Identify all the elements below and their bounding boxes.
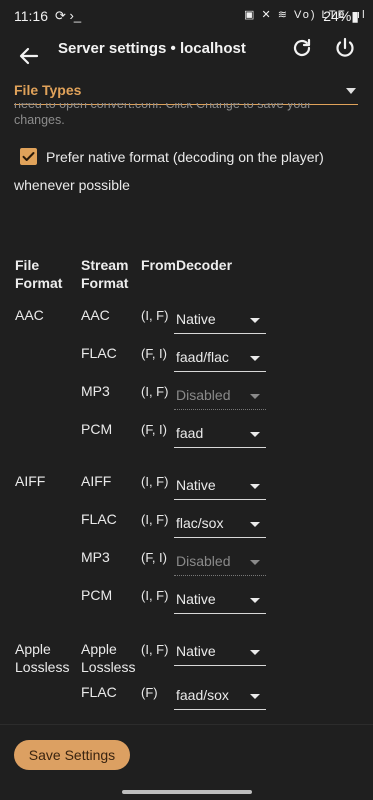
prefer-native-label-cont: whenever possible — [14, 177, 130, 193]
from-cell: (I, F) — [141, 384, 169, 399]
decoder-value: Native — [176, 477, 216, 493]
decoder-value: Native — [176, 591, 216, 607]
from-cell: (I, F) — [141, 588, 169, 603]
app-bar: Server settings • localhost — [0, 32, 373, 82]
chevron-down-icon — [250, 650, 260, 655]
header-decoder: Decoder — [176, 257, 233, 273]
decoder-select[interactable]: Native — [174, 475, 266, 500]
stream-format-cell: PCM — [81, 421, 113, 437]
chevron-down-icon — [250, 484, 260, 489]
power-icon[interactable] — [333, 36, 357, 60]
decoder-value: Native — [176, 643, 216, 659]
header-file-format: File Format — [15, 257, 63, 291]
from-cell: (F, I) — [141, 550, 167, 565]
page-title: Server settings • localhost — [58, 40, 246, 57]
decoder-select[interactable]: Native — [174, 641, 266, 666]
from-cell: (I, F) — [141, 474, 169, 489]
decoder-select[interactable]: faad/sox — [174, 685, 266, 710]
decoder-value: Disabled — [176, 553, 231, 569]
back-arrow-icon[interactable] — [17, 44, 41, 68]
stream-format-cell: MP3 — [81, 383, 110, 399]
header-stream-format: Stream Format — [81, 257, 129, 291]
save-settings-button[interactable]: Save Settings — [14, 740, 130, 770]
file-format-cell: AIFF — [15, 473, 46, 489]
file-format-cell: AAC — [15, 307, 44, 323]
header-from: From — [141, 257, 176, 273]
decoder-value: Native — [176, 311, 216, 327]
stream-format-cell: FLAC — [81, 511, 117, 527]
from-cell: (F, I) — [141, 422, 167, 437]
decoder-select-disabled: Disabled — [174, 385, 266, 410]
battery-indicator: 24%▮ — [323, 8, 359, 24]
decoder-value: faad — [176, 425, 204, 441]
notification-icons: ⟳ ›_ — [55, 8, 82, 23]
refresh-icon[interactable] — [290, 36, 314, 60]
help-note-line2: changes. — [14, 113, 65, 127]
prefer-native-label: Prefer native format (decoding on the pl… — [46, 149, 324, 165]
stream-format-cell: Apple Lossless — [81, 641, 136, 675]
chevron-down-icon — [250, 318, 260, 323]
chevron-down-icon — [346, 88, 356, 94]
chevron-down-icon — [250, 356, 260, 361]
chevron-down-icon — [250, 694, 260, 699]
decoder-value: Disabled — [176, 387, 231, 403]
from-cell: (F) — [141, 685, 158, 700]
chevron-down-icon — [250, 522, 260, 527]
decoder-select[interactable]: flac/sox — [174, 513, 266, 538]
help-note: need to open convert.conf. Click Change … — [14, 103, 354, 128]
stream-format-cell: AIFF — [81, 473, 112, 489]
help-note-line1: need to open convert.conf. Click Change … — [14, 103, 312, 111]
file-types-label: File Types — [14, 82, 82, 98]
stream-format-cell: FLAC — [81, 345, 117, 361]
stream-format-cell: PCM — [81, 587, 113, 603]
chevron-down-icon — [250, 432, 260, 437]
status-bar: 11:16 ⟳ ›_ ▣ ✕ ≋ Vo) LTE .ıl 24%▮ — [0, 0, 373, 32]
decoder-select[interactable]: Native — [174, 589, 266, 614]
from-cell: (I, F) — [141, 308, 169, 323]
decoder-select[interactable]: faad — [174, 423, 266, 448]
home-indicator[interactable] — [122, 790, 252, 794]
stream-format-cell: MP3 — [81, 549, 110, 565]
status-time: 11:16 — [14, 8, 48, 24]
from-cell: (I, F) — [141, 642, 169, 657]
decoder-value: faad/flac — [176, 349, 229, 365]
chevron-down-icon — [250, 394, 260, 399]
footer-divider — [0, 724, 373, 725]
stream-format-cell: AAC — [81, 307, 110, 323]
decoder-select-disabled: Disabled — [174, 551, 266, 576]
decoder-value: flac/sox — [176, 515, 224, 531]
chevron-down-icon — [250, 560, 260, 565]
stream-format-cell: FLAC — [81, 684, 117, 700]
prefer-native-checkbox[interactable] — [20, 148, 37, 165]
from-cell: (F, I) — [141, 346, 167, 361]
from-cell: (I, F) — [141, 512, 169, 527]
decoder-select[interactable]: Native — [174, 309, 266, 334]
decoder-select[interactable]: faad/flac — [174, 347, 266, 372]
file-types-dropdown[interactable]: File Types — [14, 82, 358, 105]
decoder-value: faad/sox — [176, 687, 229, 703]
file-format-cell: Apple Lossless — [15, 641, 70, 675]
chevron-down-icon — [250, 598, 260, 603]
